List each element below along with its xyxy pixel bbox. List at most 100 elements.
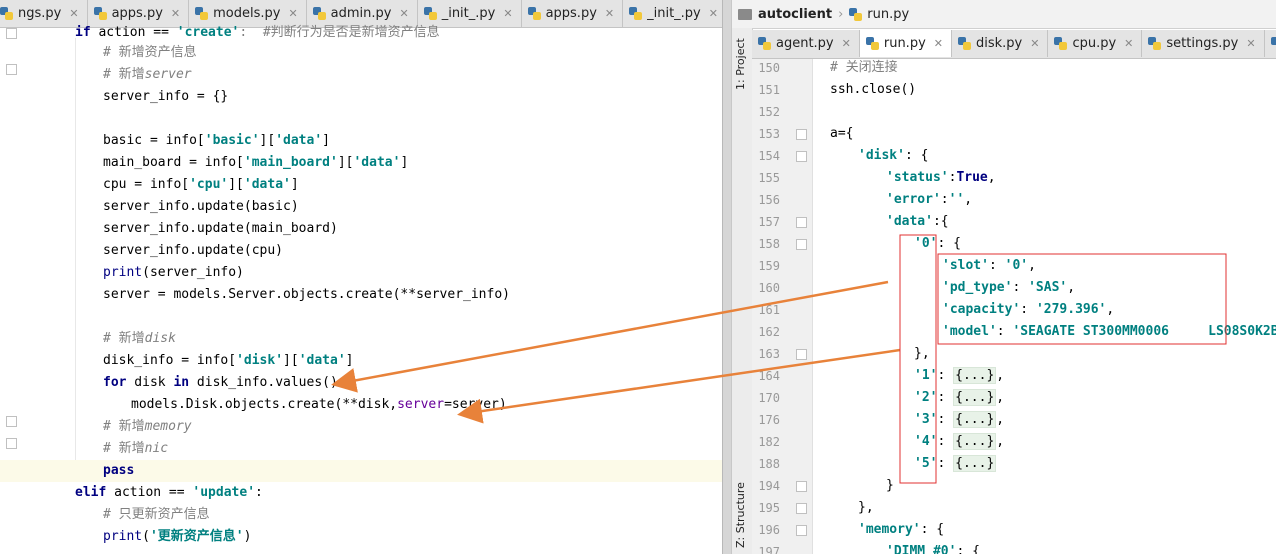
folded-region[interactable]: {...} — [953, 367, 997, 384]
folded-region[interactable]: {...} — [953, 455, 997, 472]
right-code-editor[interactable]: 150 # 关闭连接 151 ssh.close() 152 153 a={154'disk… — [752, 59, 1276, 554]
python-file-icon — [527, 7, 541, 20]
close-icon[interactable]: ✕ — [1030, 37, 1039, 50]
code-line: 196'memory': { — [752, 519, 1276, 541]
tab-label: run.py — [883, 36, 926, 51]
line-number: 182 — [758, 435, 780, 449]
close-icon[interactable]: ✕ — [842, 37, 851, 50]
editor-tab[interactable]: agent.py ✕ — [752, 30, 860, 57]
line-number: 158 — [758, 237, 780, 251]
python-file-icon — [1270, 37, 1276, 50]
tab-label: ngs.py — [18, 6, 62, 21]
editor-tab[interactable]: basic✕ — [1265, 30, 1276, 57]
tab-label: _init_.py — [647, 6, 701, 21]
code-line: 164'1': {...}, — [752, 365, 1276, 387]
python-file-icon — [423, 7, 437, 20]
python-file-icon — [1148, 37, 1162, 50]
line-number: 159 — [758, 259, 780, 273]
line-number: 195 — [758, 501, 780, 515]
right-tab-bar: agent.py ✕ run.py ✕ disk.py ✕ cpu.py ✕ settings.… — [752, 30, 1276, 59]
code-line: 158'0': { — [752, 233, 1276, 255]
python-file-icon — [93, 7, 107, 20]
python-file-icon — [312, 7, 326, 20]
code-line: 156'error':'', — [752, 189, 1276, 211]
code-line: 162'model': 'SEAGATE ST300MM0006 LS08S0K… — [752, 321, 1276, 343]
close-icon[interactable]: ✕ — [934, 37, 943, 50]
close-icon[interactable]: ✕ — [1124, 37, 1133, 50]
close-icon[interactable]: ✕ — [503, 7, 512, 20]
structure-tool-button[interactable]: Z: Structure — [734, 482, 747, 548]
python-file-icon — [849, 7, 863, 21]
folded-region[interactable]: {...} — [953, 389, 997, 406]
line-number: 160 — [758, 281, 780, 295]
python-file-icon — [629, 7, 643, 20]
left-editor-pane: ngs.py ✕ apps.py ✕ models.py ✕ admin.py ✕ _init_… — [0, 0, 722, 554]
folder-icon — [738, 8, 752, 20]
breadcrumb-file[interactable]: run.py — [849, 7, 909, 22]
code-line: 161'capacity': '279.396', — [752, 299, 1276, 321]
close-icon[interactable]: ✕ — [709, 7, 718, 20]
code-line: 153 a={ — [752, 123, 1276, 145]
code-line: 182'4': {...}, — [752, 431, 1276, 453]
code-line: 176'3': {...}, — [752, 409, 1276, 431]
close-icon[interactable]: ✕ — [69, 7, 78, 20]
code-line: 155'status':True, — [752, 167, 1276, 189]
code-line: 151 ssh.close() — [752, 79, 1276, 101]
line-number: 152 — [758, 105, 780, 119]
line-number: 163 — [758, 347, 780, 361]
line-number: 170 — [758, 391, 780, 405]
right-editor-pane: autoclient › run.py 1: Project Z: Struct… — [732, 0, 1276, 554]
editor-tab[interactable]: settings.py ✕ — [1142, 30, 1265, 57]
breadcrumb-project[interactable]: autoclient — [758, 7, 832, 22]
line-number: 151 — [758, 83, 780, 97]
code-line: 150 # 关闭连接 — [752, 57, 1276, 79]
code-line: 188'5': {...} — [752, 453, 1276, 475]
folded-region[interactable]: {...} — [953, 411, 997, 428]
tab-label: settings.py — [1166, 36, 1239, 51]
code-line: 160'pd_type': 'SAS', — [752, 277, 1276, 299]
code-line: 154'disk': { — [752, 145, 1276, 167]
line-number: 156 — [758, 193, 780, 207]
python-file-icon — [758, 37, 771, 50]
close-icon[interactable]: ✕ — [605, 7, 614, 20]
chevron-right-icon: › — [838, 6, 844, 22]
tab-label: cpu.py — [1072, 36, 1117, 51]
line-number: 194 — [758, 479, 780, 493]
tool-window-strip: 1: Project Z: Structure — [732, 28, 753, 554]
python-file-icon — [0, 7, 13, 20]
tab-label: apps.py — [545, 6, 597, 21]
code-line: 163}, — [752, 343, 1276, 365]
close-icon[interactable]: ✕ — [288, 7, 297, 20]
editor-tab[interactable]: disk.py ✕ — [952, 30, 1049, 57]
code-line: 159'slot': '0', — [752, 255, 1276, 277]
tab-label: _init_.py — [441, 6, 496, 21]
code-line: if action == 'create': #判断行为是否是新增资产信息 — [75, 25, 440, 40]
line-number: 188 — [758, 457, 780, 471]
folded-region[interactable]: {...} — [953, 433, 997, 450]
breadcrumb: autoclient › run.py — [732, 0, 1276, 29]
close-icon[interactable]: ✕ — [399, 7, 408, 20]
line-number: 157 — [758, 215, 780, 229]
line-number: 196 — [758, 523, 780, 537]
code-line: 152 — [752, 101, 1276, 123]
python-file-icon — [1054, 37, 1068, 50]
code-line: 194} — [752, 475, 1276, 497]
code-line: 195}, — [752, 497, 1276, 519]
editor-tab[interactable]: cpu.py ✕ — [1048, 30, 1143, 57]
line-number: 176 — [758, 413, 780, 427]
code-line: 197 'DIMM #0': { — [752, 541, 1276, 554]
split-divider[interactable] — [722, 0, 732, 554]
editor-tab[interactable]: run.py ✕ — [859, 30, 952, 57]
close-icon[interactable]: ✕ — [1246, 37, 1255, 50]
code-line: 157'data':{ — [752, 211, 1276, 233]
tab-label: admin.py — [330, 6, 392, 21]
close-icon[interactable]: ✕ — [171, 7, 180, 20]
line-number: 150 — [758, 61, 780, 75]
tab-label: agent.py — [776, 36, 834, 51]
python-file-icon — [865, 37, 879, 50]
left-code-editor[interactable]: if action == 'create': #判断行为是否是新增资产信息 # … — [0, 25, 722, 554]
line-number: 161 — [758, 303, 780, 317]
tab-label: models.py — [213, 6, 281, 21]
project-tool-button[interactable]: 1: Project — [734, 38, 747, 90]
python-file-icon — [957, 37, 971, 50]
